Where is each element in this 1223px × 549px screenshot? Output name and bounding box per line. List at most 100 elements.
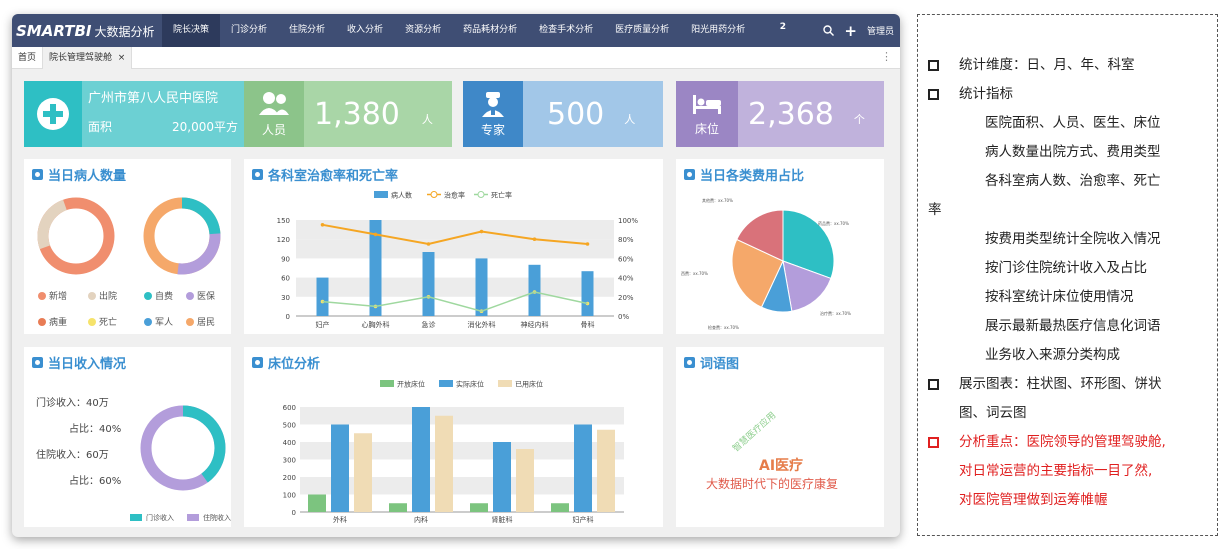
bed-kpi-icon-block: 床位 [676, 81, 738, 147]
kpi-hospital: 广州市第八人民中医院 面积 20,000平方 [24, 81, 244, 147]
nav-item-0[interactable]: 院长决策 [162, 14, 221, 47]
x-tick: 内科 [414, 515, 428, 524]
expert-label: 专家 [480, 122, 505, 137]
legend-swatch [439, 380, 453, 387]
tab-home[interactable]: 首页 [12, 47, 42, 69]
y2-tick: 40% [618, 275, 634, 283]
pie-label-3: 检查费：xx.70% [708, 324, 739, 330]
legend-military: 军人 [155, 317, 173, 328]
legend-label: 实际床位 [456, 380, 484, 389]
legend-marker [430, 191, 438, 198]
staff-value-box: 1,380 人 [304, 81, 452, 147]
nav-item-1[interactable]: 门诊分析 [220, 14, 278, 47]
bullet-charts: 展示图表：柱状图、环形图、饼状 [928, 370, 1209, 399]
nav-badge: 2 [779, 22, 786, 32]
donut-insurance [143, 197, 221, 275]
indicator-line: 按科室统计床位使用情况 [985, 289, 1134, 305]
checkbox-icon [928, 60, 939, 71]
search-icon[interactable] [823, 25, 835, 36]
y-tick: 200 [283, 474, 296, 482]
bar-0 [308, 494, 326, 512]
word-cloud: 智慧医疗应用 AI医疗 大数据时代下的医疗康复 [706, 409, 838, 491]
rates-chart: 0 0% 30 20% 60 40% 90 60% 120 80% 150 100% 妇产 心胸外科 急诊 消… [277, 191, 639, 330]
tab-cockpit[interactable]: 院长管理驾驶舱 × [42, 46, 133, 69]
nav-item-3[interactable]: 收入分析 [336, 14, 394, 47]
staff-kpi-icon-block: 人员 [244, 81, 304, 147]
checkbox-icon [928, 379, 939, 390]
card-icon [684, 169, 695, 180]
bar-1 [574, 424, 592, 512]
bar-patients [316, 277, 329, 316]
kpi-expert: 专家 500 人 [463, 81, 663, 147]
expert-value-box: 500 人 [523, 81, 663, 147]
bullet-indicators: 统计指标 [928, 80, 1209, 109]
kpi-bed: 床位 2,368 个 [676, 81, 884, 147]
staff-label: 人员 [261, 122, 286, 137]
legend-inpatient: 住院收入 [203, 513, 231, 522]
card-title-beds: 床位分析 [252, 353, 320, 372]
y-tick: 60 [281, 275, 290, 283]
doctor-icon [482, 91, 504, 117]
y2-tick: 100% [618, 217, 638, 225]
bed-label: 床位 [694, 121, 719, 136]
bullet-focus-cont: 对医院管理做到运筹帷幄 [959, 492, 1108, 508]
bed-value-box: 2,368 个 [738, 81, 884, 147]
user-menu[interactable]: 管理员 [867, 24, 894, 37]
staff-unit: 人 [421, 113, 433, 126]
legend-swatch [374, 191, 388, 198]
bar-patients [422, 252, 435, 316]
word-1: 智慧医疗应用 [730, 409, 778, 454]
bed-icon [693, 94, 721, 114]
checkbox-icon [928, 437, 939, 448]
indicator-line: 按费用类型统计全院收入情况 [985, 231, 1161, 247]
legend-death: 死亡 [99, 316, 117, 328]
bar-1 [331, 424, 349, 512]
nav-item-5[interactable]: 药品耗材分析 [452, 14, 528, 47]
x-tick: 急诊 [422, 320, 436, 329]
legend-swatch [380, 380, 394, 387]
bar-2 [516, 449, 534, 512]
y-tick: 500 [283, 422, 296, 430]
y2-tick: 60% [618, 255, 634, 263]
hospital-cross-icon [24, 81, 82, 147]
nav-item-2[interactable]: 住院分析 [278, 14, 336, 47]
nav-item-4[interactable]: 资源分析 [394, 14, 452, 47]
card-title-wordcloud: 词语图 [684, 353, 739, 372]
card-costs: 当日各类费用占比 药品费：xx.70% 其他费：xx.70% 西费：xx.70%… [676, 159, 884, 334]
y-tick: 150 [277, 217, 290, 225]
add-icon[interactable]: + [844, 22, 857, 40]
income-outpatient-share: 占比：40% [69, 422, 121, 435]
bar-2 [597, 429, 615, 512]
card-title-costs: 当日各类费用占比 [684, 165, 804, 184]
nav-item-7[interactable]: 医疗质量分析 [604, 14, 680, 47]
x-tick: 消化外科 [468, 320, 496, 329]
y-tick: 600 [283, 404, 296, 412]
more-icon[interactable]: ⋮ [881, 50, 892, 63]
bar-2 [354, 433, 372, 512]
legend-outpatient: 门诊收入 [146, 513, 174, 522]
x-tick: 肾脏科 [492, 515, 513, 524]
indicator-line: 业务收入来源分类构成 [985, 347, 1120, 363]
patient-donuts: 新增 出院 病重 死亡 自费 医保 军人 居民 [37, 197, 221, 328]
bar-1 [412, 407, 430, 512]
card-icon [32, 169, 43, 180]
pie-label-4: 治疗费：xx.70% [820, 310, 851, 316]
legend-label: 治愈率 [444, 191, 465, 200]
y-tick: 120 [277, 236, 290, 244]
nav-item-6[interactable]: 检查手术分析 [528, 14, 604, 47]
nav-item-8[interactable]: 阳光用药分析 [680, 14, 756, 47]
tab-bar: 首页 院长管理驾驶舱 × ⋮ [12, 46, 900, 69]
pie-label-1: 其他费：xx.70% [702, 197, 733, 203]
staff-value: 1,380 [314, 96, 400, 132]
close-icon[interactable]: × [118, 53, 126, 63]
word-3: 大数据时代下的医疗康复 [706, 476, 838, 491]
indicator-line: 病人数量出院方式、费用类型 [985, 144, 1161, 160]
checkbox-icon [928, 89, 939, 100]
income-donut: 门诊收入：40万 占比：40% 住院收入：60万 占比：60% 门诊收入 住院收… [36, 396, 231, 522]
bullet-dimensions: 统计维度：日、月、年、科室 [928, 51, 1209, 80]
x-tick: 妇产 [316, 320, 330, 329]
card-patients: 当日病人数量 新增 出院 病重 死亡 自费 医保 军人 居民 [24, 159, 231, 334]
legend-resident: 居民 [197, 317, 215, 328]
bullet-focus-cont: 对日常运营的主要指标一目了然, [959, 463, 1153, 479]
bed-value: 2,368 [748, 96, 834, 132]
